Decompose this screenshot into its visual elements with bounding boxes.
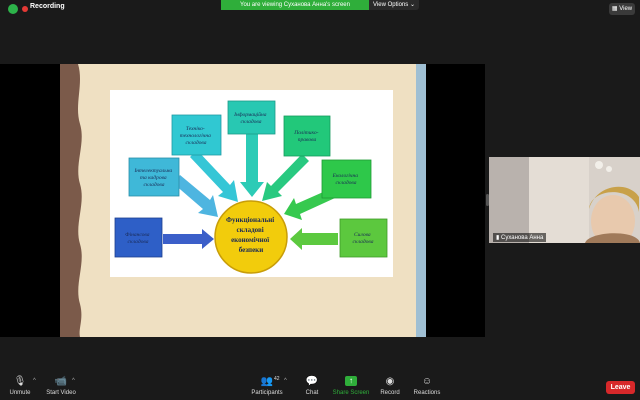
unmute-label: Unmute: [9, 390, 31, 396]
participants-caret-icon[interactable]: ^: [284, 378, 287, 384]
meeting-toolbar: 🎙 Unmute ^ 📹 Start Video ^ 👥 42 Particip…: [0, 372, 640, 400]
center-line-3: економічної: [231, 236, 269, 244]
center-line-1: Функціональні: [226, 216, 274, 224]
record-icon: ◉: [385, 376, 395, 387]
participants-button[interactable]: 👥 42 Participants: [250, 372, 284, 400]
recording-label: Recording: [30, 3, 65, 10]
participant-name-tag: ▮ Суханова Анна: [493, 233, 547, 242]
center-circle: Функціональні складові економічної безпе…: [214, 200, 288, 274]
chat-label: Chat: [305, 390, 319, 396]
grid-icon: ▦: [611, 6, 618, 12]
view-options-button[interactable]: View Options ⌄: [369, 0, 419, 10]
unmute-button[interactable]: 🎙 Unmute: [4, 372, 36, 400]
record-label: Record: [380, 390, 400, 396]
security-shield-icon[interactable]: [8, 4, 18, 14]
share-screen-label: Share Screen: [332, 390, 370, 396]
arrow-intellectual: [174, 175, 218, 217]
start-video-label: Start Video: [46, 390, 76, 396]
chat-button[interactable]: 💬 Chat: [300, 372, 324, 400]
slide-wavy-border: [60, 64, 82, 337]
box-intellectual: Інтелектуальна та кадрова складова: [128, 157, 180, 197]
record-button[interactable]: ◉ Record: [378, 372, 402, 400]
svg-text:Екологічна складова: Екологічна складова: [332, 173, 360, 186]
reaction-smiley-icon: ☺: [421, 376, 433, 387]
share-screen-button[interactable]: ↑ Share Screen: [332, 372, 370, 400]
microphone-muted-icon: 🎙: [13, 376, 27, 387]
leave-button[interactable]: Leave: [606, 381, 635, 394]
svg-text:Фінансова складова: Фінансова складова: [125, 232, 151, 245]
box-force: Силова складова: [339, 218, 388, 258]
start-video-button[interactable]: 📹 Start Video: [42, 372, 80, 400]
recording-dot-icon: [22, 6, 28, 12]
reactions-label: Reactions: [413, 390, 441, 396]
view-button-label: View: [619, 6, 633, 12]
signal-bars-icon: ▮: [496, 235, 500, 241]
diagram-svg: Функціональні складові економічної безпе…: [114, 100, 388, 274]
participant-video[interactable]: [489, 157, 640, 243]
arrow-political: [262, 154, 309, 201]
participant-name: Суханова Анна: [500, 235, 544, 241]
slide-diagram: Функціональні складові економічної безпе…: [110, 90, 393, 277]
box-technical: Техніко- технологічна складова: [171, 114, 222, 156]
center-line-4: безпеки: [239, 246, 264, 254]
center-line-2: складові: [237, 226, 264, 234]
arrow-financial: [163, 229, 214, 249]
participants-label: Participants: [251, 390, 283, 396]
view-options-label: View Options: [373, 2, 409, 8]
share-screen-arrow-icon: ↑: [345, 376, 357, 386]
participant-video-frame: [489, 157, 640, 243]
box-political: Політико- правова: [283, 115, 331, 157]
slide-side-strip: [416, 64, 426, 337]
reactions-button[interactable]: ☺ Reactions: [412, 372, 442, 400]
chat-bubble-icon: 💬: [305, 376, 319, 387]
svg-text:Силова складова: Силова складова: [353, 232, 374, 245]
arrow-information: [240, 132, 264, 197]
viewing-banner: You are viewing Суханова Анна's screen: [221, 0, 369, 10]
arrow-force: [290, 228, 338, 250]
participants-count: 42: [274, 376, 280, 382]
video-camera-off-icon: 📹: [54, 376, 68, 387]
chevron-down-icon: ⌄: [409, 2, 415, 8]
video-options-caret-icon[interactable]: ^: [72, 378, 75, 384]
audio-options-caret-icon[interactable]: ^: [33, 378, 36, 384]
view-button[interactable]: ▦ View: [609, 3, 635, 15]
svg-text:Політико- правова: Політико- правова: [293, 130, 320, 143]
box-ecological: Екологічна складова: [321, 159, 372, 199]
box-information: Інформаційна складова: [227, 100, 276, 135]
participants-icon: 👥: [260, 376, 274, 387]
box-financial: Фінансова складова: [114, 217, 163, 258]
